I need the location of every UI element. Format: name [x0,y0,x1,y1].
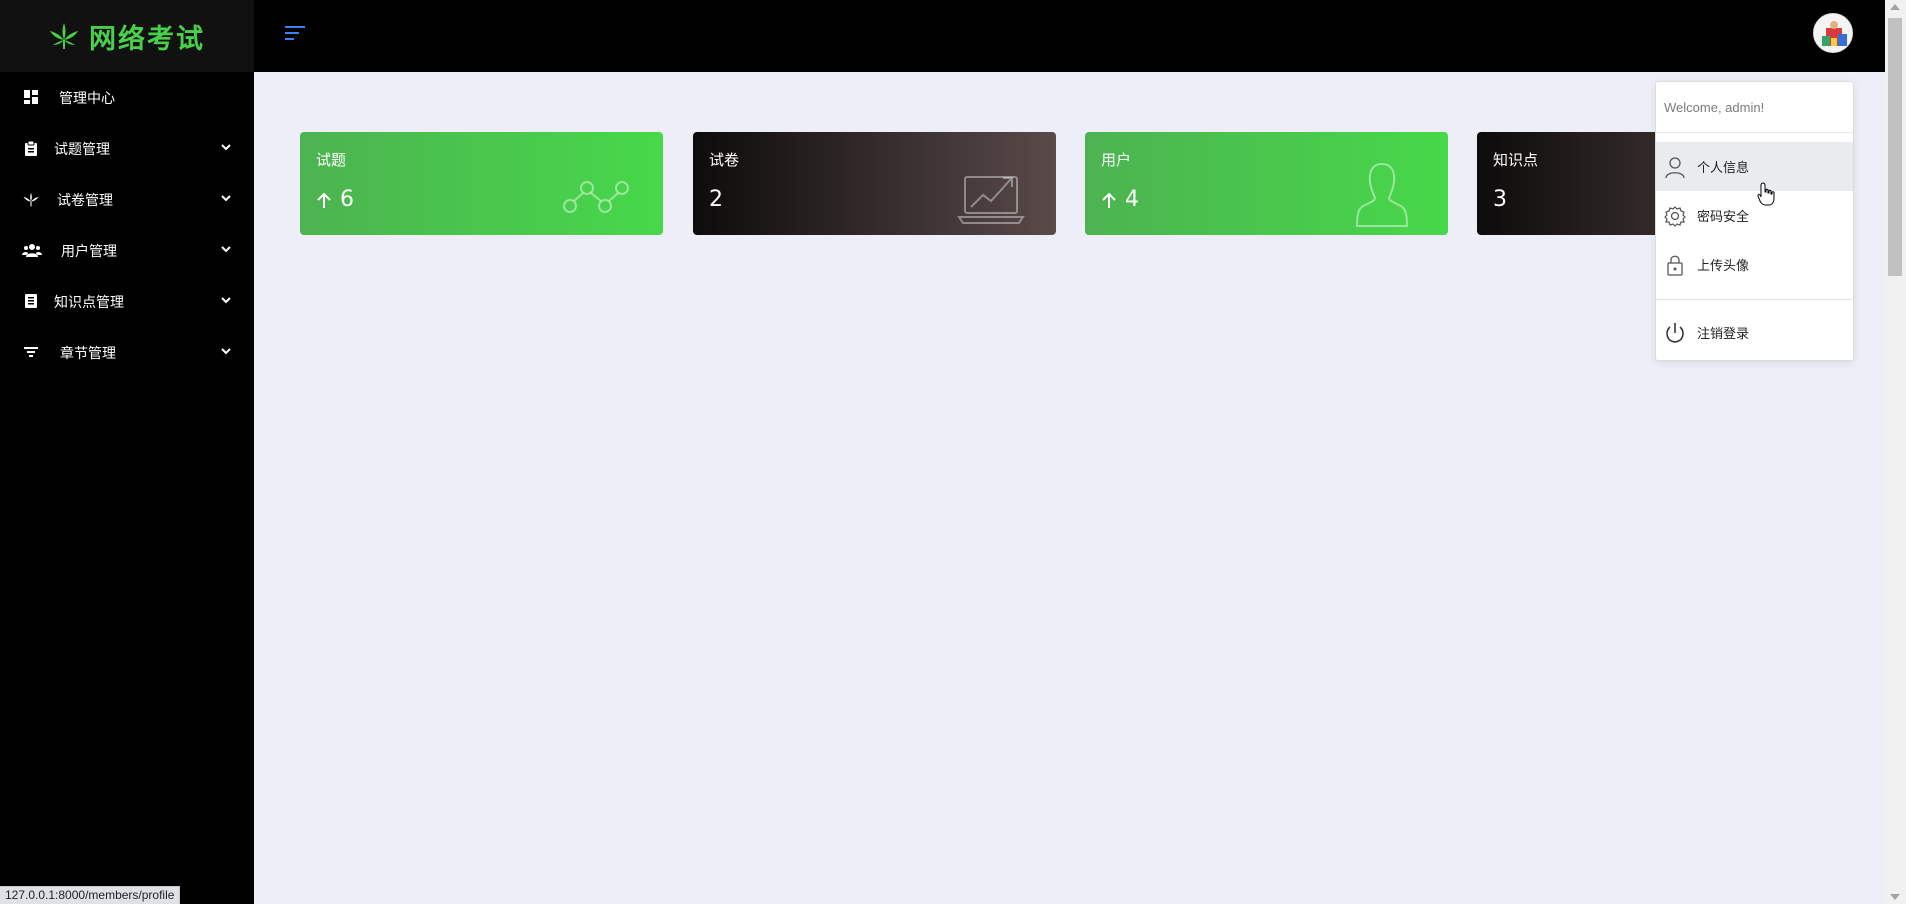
menu-toggle-icon[interactable] [284,23,308,43]
sidebar-item-papers[interactable]: 试卷管理 [0,174,254,225]
arrow-up-icon [1102,192,1116,208]
menu-item-label: 上传头像 [1697,259,1750,274]
leaf-logo-icon [49,22,79,50]
scroll-thumb[interactable] [1888,18,1902,276]
sidebar-menu: 管理中心 试题管理 试卷管理 用户管理 知识点管理 章节管理 [0,72,254,378]
card-value-row: 6 [316,187,354,212]
user-silhouette-icon [1355,162,1409,227]
arrow-up-icon [317,192,331,208]
sidebar-item-dashboard[interactable]: 管理中心 [0,72,254,123]
users-icon [22,242,42,258]
sidebar-item-label: 试卷管理 [57,192,113,209]
stat-card-users[interactable]: 用户 4 [1085,132,1448,235]
card-value: 2 [709,187,723,212]
leaf-icon [23,191,39,207]
card-value: 6 [340,187,354,212]
book-icon [23,293,39,309]
chevron-down-icon [220,140,232,154]
card-value: 4 [1125,187,1139,212]
power-icon [1666,322,1684,343]
sidebar-item-label: 试题管理 [54,141,110,158]
chevron-down-icon [220,242,232,256]
chevron-down-icon [220,191,232,205]
dashboard-icon [23,89,39,105]
brand[interactable]: 网络考试 [0,0,254,72]
card-title: 试卷 [709,151,740,169]
card-value-row: 4 [1101,187,1139,212]
card-title: 试题 [316,151,347,169]
menu-item-label: 注销登录 [1697,327,1750,342]
sidebar-item-label: 章节管理 [60,345,116,362]
stat-card-questions[interactable]: 试题 6 [300,132,663,235]
clipboard-icon [23,140,39,156]
filter-icon [23,344,39,360]
menu-item-logout[interactable]: 注销登录 [1656,303,1853,362]
sidebar: 网络考试 管理中心 试题管理 试卷管理 用户管理 知识点管理 章节管理 [0,0,254,904]
welcome-text: Welcome, admin! [1656,82,1853,133]
sidebar-item-label: 用户管理 [61,243,117,260]
sidebar-item-users[interactable]: 用户管理 [0,225,254,276]
gear-icon [1664,205,1686,227]
menu-item-label: 密码安全 [1697,210,1750,225]
brand-title: 网络考试 [89,23,205,55]
card-value-row: 3 [1493,187,1507,212]
menu-item-profile[interactable]: 个人信息 [1656,142,1853,191]
lock-icon [1667,255,1683,276]
line-graph-icon [563,181,629,213]
scroll-up-arrow-icon[interactable] [1890,4,1900,10]
vertical-scrollbar[interactable] [1885,0,1906,904]
divider [1656,299,1853,300]
chevron-down-icon [220,293,232,307]
chevron-down-icon [220,344,232,358]
menu-item-password-security[interactable]: 密码安全 [1656,191,1853,240]
sidebar-item-label: 管理中心 [59,90,115,107]
status-bar-url: 127.0.0.1:8000/members/profile [0,886,181,904]
scroll-down-arrow-icon[interactable] [1890,894,1900,900]
card-value: 3 [1493,187,1507,212]
user-dropdown-menu: Welcome, admin! 个人信息 密码安全 上传头像 注销登录 [1655,81,1854,361]
sidebar-item-chapters[interactable]: 章节管理 [0,327,254,378]
card-value-row: 2 [709,187,723,212]
sidebar-item-label: 知识点管理 [54,294,124,311]
sidebar-item-questions[interactable]: 试题管理 [0,123,254,174]
avatar[interactable] [1813,13,1853,53]
menu-item-upload-avatar[interactable]: 上传头像 [1656,240,1853,289]
stat-card-papers[interactable]: 试卷 2 [693,132,1056,235]
card-title: 知识点 [1493,151,1539,169]
menu-item-label: 个人信息 [1697,161,1750,176]
laptop-chart-icon [957,176,1025,224]
card-title: 用户 [1101,151,1132,169]
user-icon [1665,156,1685,178]
sidebar-item-knowledge[interactable]: 知识点管理 [0,276,254,327]
topbar [254,0,1885,72]
